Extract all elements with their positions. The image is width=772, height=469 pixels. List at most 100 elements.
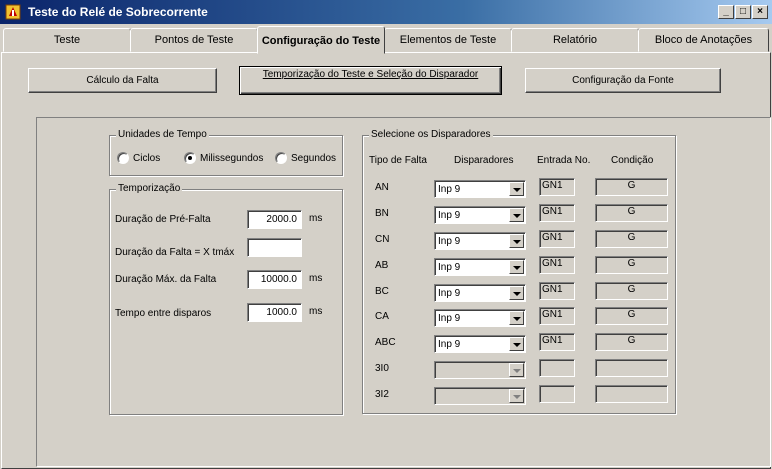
tab-label: Pontos de Teste bbox=[154, 34, 234, 46]
tab-panel: Cálculo da Falta Temporização do Teste e… bbox=[1, 52, 771, 469]
tab-label: Relatório bbox=[552, 34, 598, 46]
chevron-down-icon[interactable] bbox=[509, 234, 524, 248]
trigger-select bbox=[434, 361, 526, 379]
trigger-value: Inp 9 bbox=[438, 210, 461, 221]
minimize-button[interactable]: _ bbox=[718, 5, 734, 19]
condition-field: G bbox=[595, 333, 668, 351]
button-label: Cálculo da Falta bbox=[86, 75, 159, 86]
fault-type-label: CN bbox=[375, 234, 390, 245]
condition-field bbox=[595, 359, 668, 377]
fault-type-label: CA bbox=[375, 311, 389, 322]
trigger-select[interactable]: Inp 9 bbox=[434, 258, 526, 276]
header-input-no: Entrada No. bbox=[537, 155, 591, 166]
close-button[interactable]: × bbox=[752, 5, 768, 19]
input-no-field: GN1 bbox=[539, 256, 575, 274]
trigger-select[interactable]: Inp 9 bbox=[434, 232, 526, 250]
timing-group: Temporização Duração de Pré-Falta 2000.0… bbox=[109, 183, 343, 415]
tab-label: Teste bbox=[53, 34, 81, 46]
group-legend: Temporização bbox=[116, 183, 183, 194]
chevron-down-icon bbox=[509, 363, 524, 377]
group-legend: Unidades de Tempo bbox=[116, 129, 209, 140]
between-triggers-input[interactable]: 1000.0 bbox=[247, 303, 302, 322]
input-no-field: GN1 bbox=[539, 333, 575, 351]
fault-type-label: BC bbox=[375, 286, 389, 297]
header-condition: Condição bbox=[611, 155, 654, 166]
trigger-select bbox=[434, 387, 526, 405]
input-no-field bbox=[539, 359, 575, 377]
radio-label: Milissegundos bbox=[200, 153, 264, 164]
trigger-select[interactable]: Inp 9 bbox=[434, 284, 526, 302]
radio-milissegundos[interactable] bbox=[184, 152, 196, 164]
chevron-down-icon[interactable] bbox=[509, 182, 524, 196]
trigger-value: Inp 9 bbox=[438, 288, 461, 299]
prefault-input[interactable]: 2000.0 bbox=[247, 210, 302, 229]
tab-elementos-de-teste[interactable]: Elementos de Teste bbox=[384, 28, 512, 52]
tab-label: Elementos de Teste bbox=[399, 34, 497, 46]
title-bar[interactable]: Teste do Relé de Sobrecorrente _ □ × bbox=[0, 0, 772, 24]
between-triggers-label: Tempo entre disparos bbox=[115, 308, 212, 319]
radio-selected-dot bbox=[188, 156, 192, 160]
fault-type-label: AN bbox=[375, 182, 389, 193]
chevron-down-icon[interactable] bbox=[509, 260, 524, 274]
trigger-select[interactable]: Inp 9 bbox=[434, 180, 526, 198]
condition-field: G bbox=[595, 307, 668, 325]
input-no-field: GN1 bbox=[539, 230, 575, 248]
chevron-down-icon bbox=[509, 389, 524, 403]
header-fault-type: Tipo de Falta bbox=[369, 155, 427, 166]
fault-duration-input[interactable] bbox=[247, 238, 302, 257]
input-no-field bbox=[539, 385, 575, 403]
input-no-field: GN1 bbox=[539, 204, 575, 222]
chevron-down-icon[interactable] bbox=[509, 337, 524, 351]
condition-field: G bbox=[595, 256, 668, 274]
radio-ciclos[interactable] bbox=[117, 152, 129, 164]
fault-duration-label: Duração da Falta = X tmáx bbox=[115, 247, 235, 258]
trigger-value: Inp 9 bbox=[438, 236, 461, 247]
timing-trigger-button[interactable]: Temporização do Teste e Seleção do Dispa… bbox=[239, 66, 502, 95]
condition-field: G bbox=[595, 230, 668, 248]
unit-label: ms bbox=[309, 273, 323, 284]
time-units-group: Unidades de Tempo Ciclos Milissegundos S… bbox=[109, 129, 343, 176]
trigger-value: Inp 9 bbox=[438, 184, 461, 195]
fault-type-label: 3I0 bbox=[375, 363, 389, 374]
input-no-field: GN1 bbox=[539, 178, 575, 196]
trigger-select[interactable]: Inp 9 bbox=[434, 206, 526, 224]
tab-teste[interactable]: Teste bbox=[3, 28, 131, 52]
source-config-button[interactable]: Configuração da Fonte bbox=[525, 68, 721, 93]
input-no-field: GN1 bbox=[539, 307, 575, 325]
window-title: Teste do Relé de Sobrecorrente bbox=[28, 5, 208, 19]
unit-label: ms bbox=[309, 306, 323, 317]
fault-type-label: BN bbox=[375, 208, 389, 219]
max-fault-label: Duração Máx. da Falta bbox=[115, 274, 217, 285]
tab-relatorio[interactable]: Relatório bbox=[511, 28, 639, 52]
triggers-group: Selecione os Disparadores Tipo de Falta … bbox=[362, 129, 676, 414]
prefault-label: Duração de Pré-Falta bbox=[115, 214, 211, 225]
chevron-down-icon[interactable] bbox=[509, 208, 524, 222]
maximize-button[interactable]: □ bbox=[735, 5, 751, 19]
trigger-select[interactable]: Inp 9 bbox=[434, 335, 526, 353]
tab-pontos-de-teste[interactable]: Pontos de Teste bbox=[130, 28, 258, 52]
chevron-down-icon[interactable] bbox=[509, 311, 524, 325]
tab-label: Configuração do Teste bbox=[261, 35, 381, 47]
condition-field bbox=[595, 385, 668, 403]
tab-bloco-de-anotacoes[interactable]: Bloco de Anotações bbox=[638, 28, 769, 52]
radio-label: Ciclos bbox=[133, 153, 161, 164]
condition-field: G bbox=[595, 178, 668, 196]
fault-type-label: ABC bbox=[375, 337, 396, 348]
trigger-select[interactable]: Inp 9 bbox=[434, 309, 526, 327]
group-legend: Selecione os Disparadores bbox=[369, 129, 493, 140]
trigger-value: Inp 9 bbox=[438, 313, 461, 324]
trigger-value: Inp 9 bbox=[438, 262, 461, 273]
radio-segundos[interactable] bbox=[275, 152, 287, 164]
fault-type-label: AB bbox=[375, 260, 389, 271]
header-triggers: Disparadores bbox=[454, 155, 514, 166]
radio-label: Segundos bbox=[291, 153, 337, 164]
tab-configuracao-do-teste[interactable]: Configuração do Teste bbox=[257, 26, 385, 54]
max-fault-input[interactable]: 10000.0 bbox=[247, 270, 302, 289]
tab-label: Bloco de Anotações bbox=[654, 34, 753, 46]
trigger-value: Inp 9 bbox=[438, 339, 461, 350]
button-label: Configuração da Fonte bbox=[572, 75, 674, 86]
condition-field: G bbox=[595, 204, 668, 222]
calc-fault-button[interactable]: Cálculo da Falta bbox=[28, 68, 217, 93]
chevron-down-icon[interactable] bbox=[509, 286, 524, 300]
condition-field: G bbox=[595, 282, 668, 300]
